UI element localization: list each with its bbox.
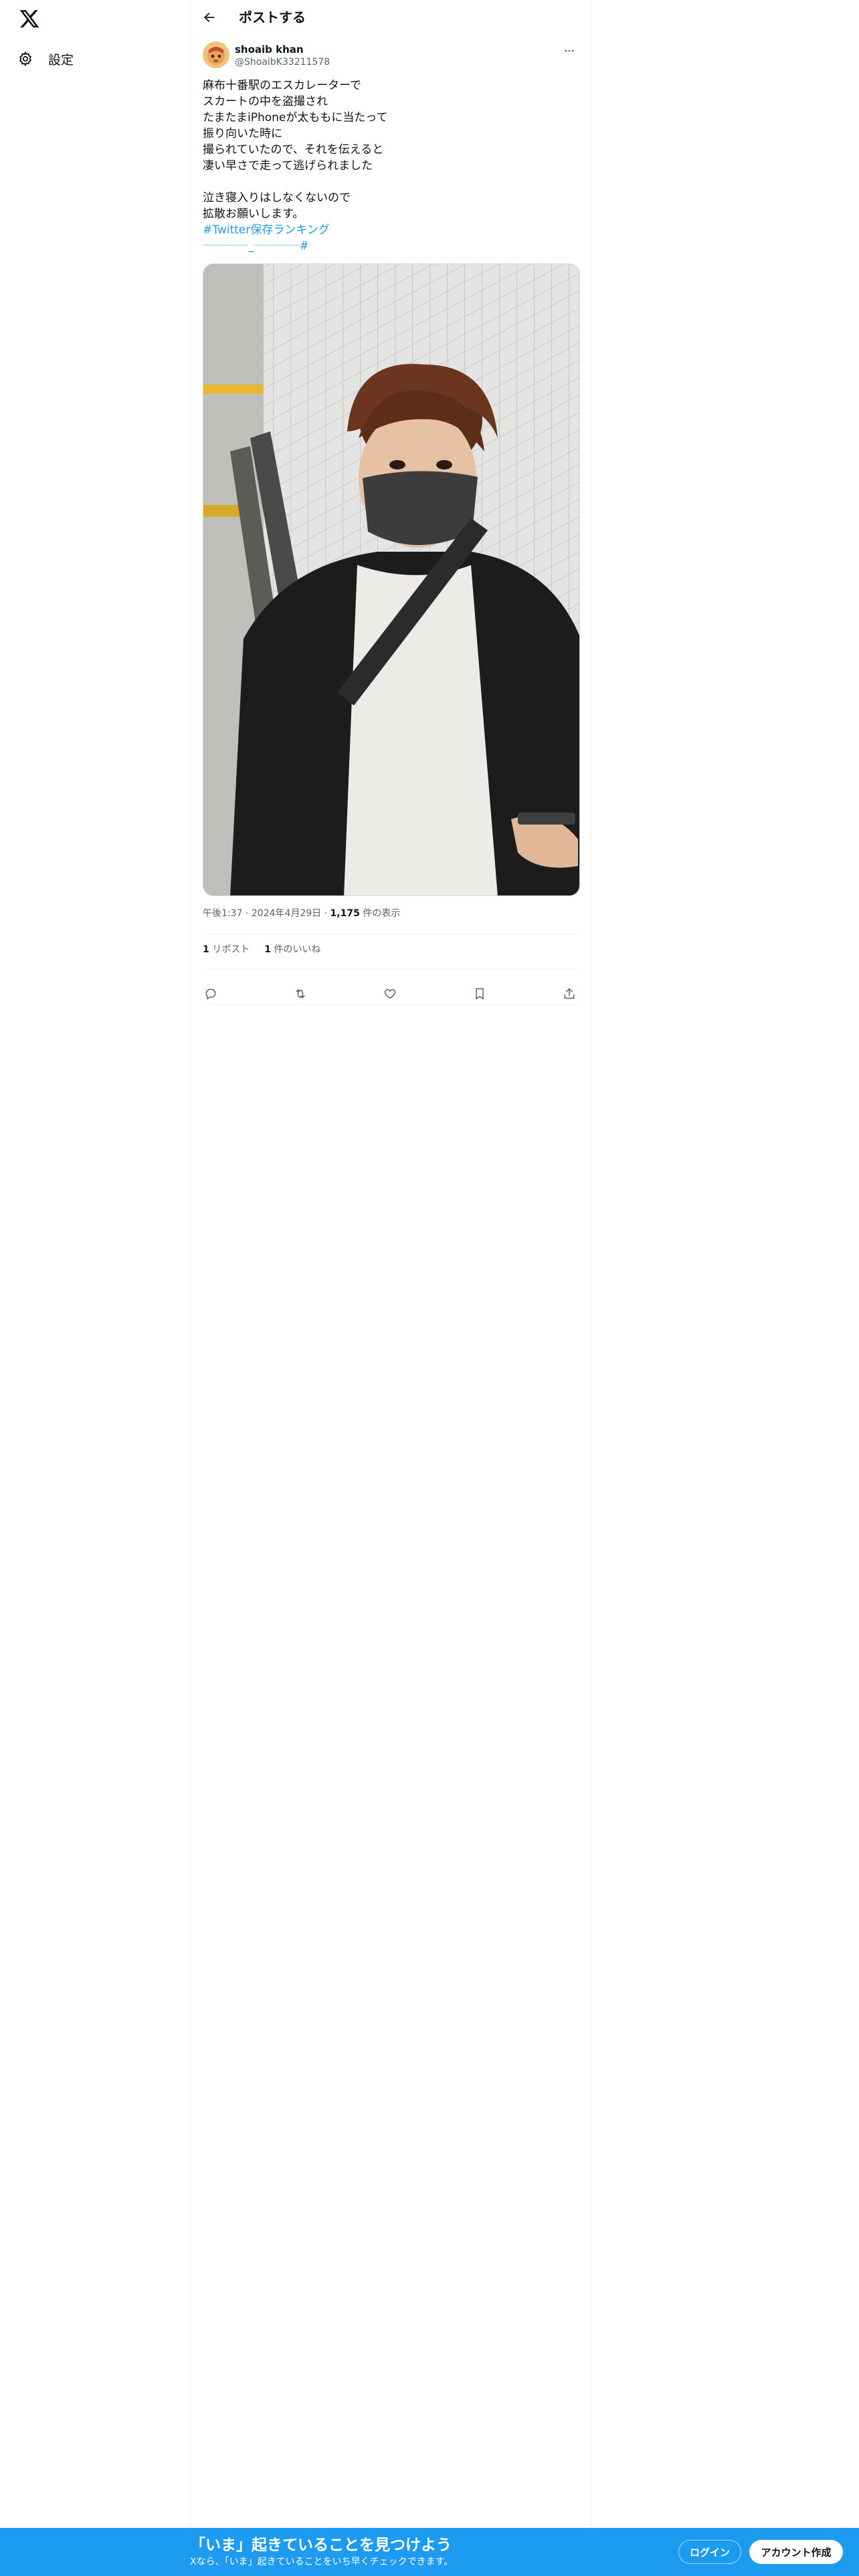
reposts-count: 1 <box>203 944 209 955</box>
post-text-line: 泣き寝入りはしなくないので <box>203 191 351 205</box>
post-text-line: 麻布十番駅のエスカレーターで <box>203 79 361 92</box>
back-arrow-icon[interactable] <box>200 8 219 27</box>
x-logo-icon[interactable] <box>19 8 40 29</box>
bottom-bar-subtitle: Xなら、「いま」起きていることをいち早くチェックできます。 <box>190 2557 454 2567</box>
post-text-line: たまたまiPhoneが太ももに当たって <box>203 111 388 124</box>
gear-icon <box>17 51 33 67</box>
bookmark-icon[interactable] <box>472 986 488 1002</box>
reposts-label: リポスト <box>212 944 250 955</box>
views-label: 件の表示 <box>363 908 401 919</box>
bottom-signup-bar: 「いま」起きていることを見つけよう Xなら、「いま」起きていることをいち早くチェ… <box>0 2528 859 2576</box>
hashtag-link-2[interactable]: 𝄖𝄖𝄖𝄖𝄖_𝄖𝄖𝄖𝄖𝄖# <box>203 238 577 254</box>
post-meta: 午後1:37 · 2024年4月29日 · 1,175 件の表示 <box>203 907 400 920</box>
post-time[interactable]: 午後1:37 <box>203 908 242 919</box>
meta-separator: · <box>324 908 328 919</box>
divider <box>203 1004 579 1005</box>
repost-icon[interactable] <box>292 986 308 1002</box>
page-title: ポストする <box>239 9 306 25</box>
divider <box>203 968 579 969</box>
reply-icon[interactable] <box>203 986 219 1002</box>
meta-separator: · <box>245 908 249 919</box>
action-bar <box>203 978 579 1011</box>
likes-label: 件のいいね <box>274 944 321 955</box>
avatar[interactable] <box>203 41 229 68</box>
post-photo[interactable] <box>203 263 580 896</box>
hashtag-link[interactable]: #Twitter保存ランキング <box>203 222 577 238</box>
post-text-line: 凄い早さで走って逃げられました <box>203 159 373 173</box>
post-text-line: 拡散お願いします。 <box>203 207 304 221</box>
author-name[interactable]: shoaib khan <box>235 43 304 56</box>
post-text-line: 振り向いた時に <box>203 127 282 140</box>
likes-count: 1 <box>264 944 271 955</box>
login-button[interactable]: ログイン <box>678 2540 741 2564</box>
share-icon[interactable] <box>561 986 577 1002</box>
top-bar: ポストする <box>191 0 591 35</box>
post-text-line: 撮られていたので、それを伝えると <box>203 143 384 156</box>
views-count: 1,175 <box>330 908 360 919</box>
like-icon[interactable] <box>382 986 398 1002</box>
nav-settings[interactable]: 設定 <box>17 45 74 72</box>
post-date[interactable]: 2024年4月29日 <box>252 908 321 919</box>
signup-button[interactable]: アカウント作成 <box>749 2540 843 2564</box>
author-handle[interactable]: @ShoaibK33211578 <box>235 56 330 68</box>
main-column: ポストする shoaib khan @ShoaibK33211578 麻布十番駅… <box>190 0 591 2576</box>
post-text-line: スカートの中を盗撮され <box>203 95 328 108</box>
post-text: 麻布十番駅のエスカレーターで スカートの中を盗撮され たまたまiPhoneが太も… <box>203 78 577 254</box>
likes-stat[interactable]: 1 件のいいね <box>264 944 320 955</box>
bottom-bar-title: 「いま」起きていることを見つけよう <box>190 2537 452 2554</box>
more-options-icon[interactable] <box>561 43 577 59</box>
settings-label: 設定 <box>48 52 74 68</box>
reposts-stat[interactable]: 1 リポスト <box>203 944 250 955</box>
post-stats: 1 リポスト 1 件のいいね <box>203 943 320 956</box>
left-nav: 設定 <box>0 0 190 2576</box>
